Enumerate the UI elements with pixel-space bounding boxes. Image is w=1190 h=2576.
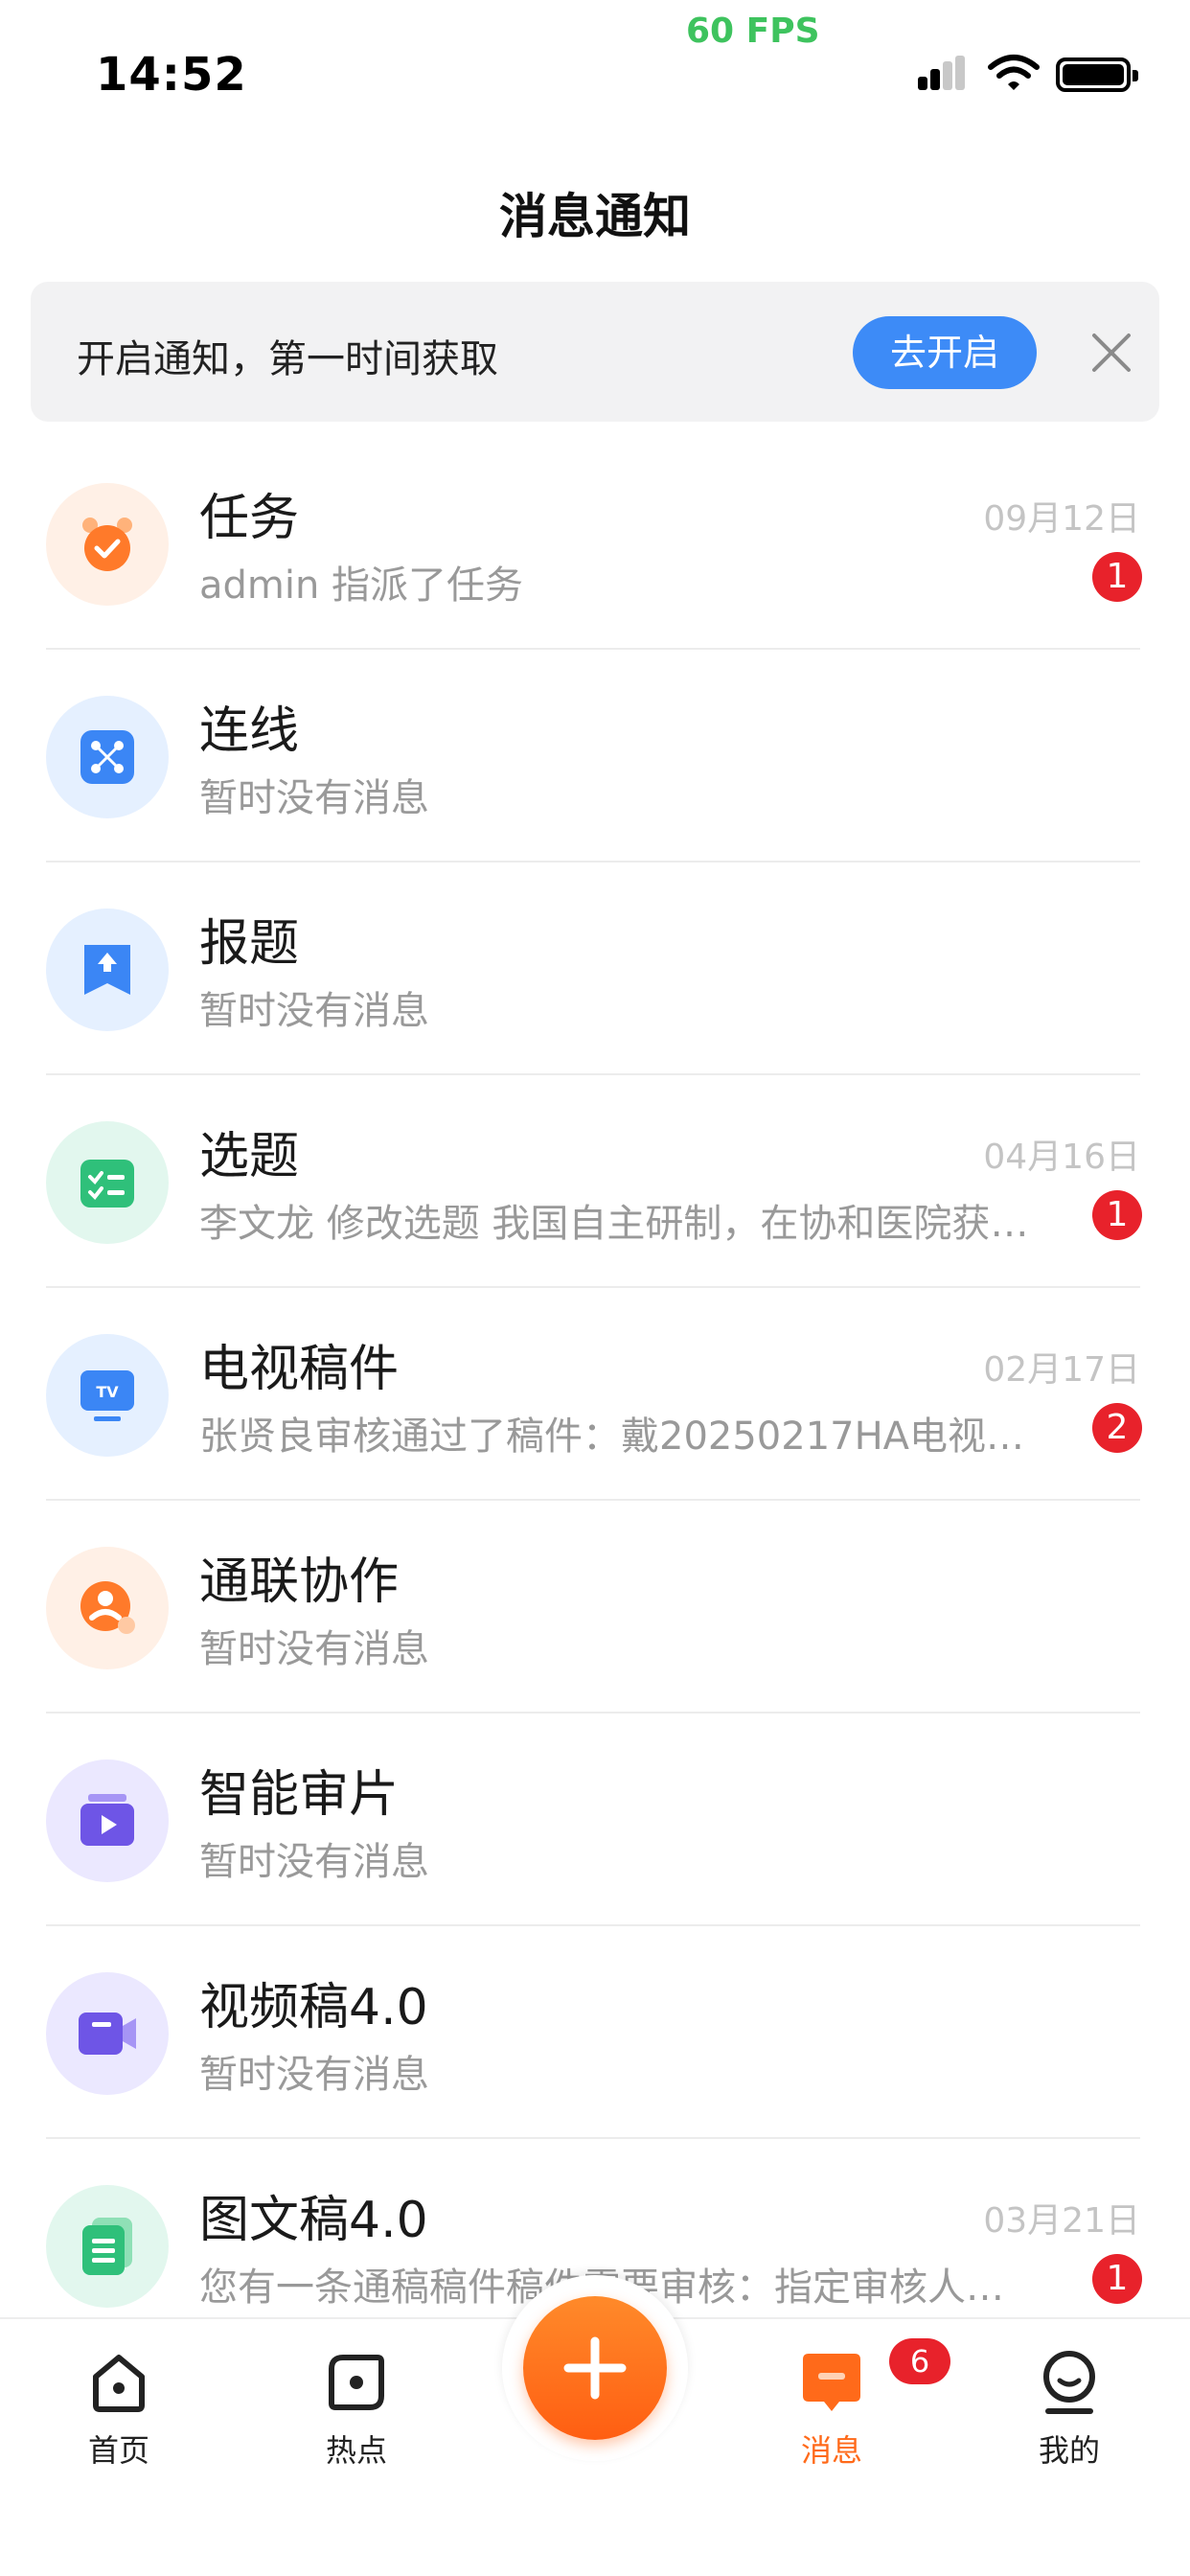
tv-icon: TV bbox=[80, 1370, 134, 1421]
list-item-subtitle: 李文龙 修改选题 我国自主研制，在协和医院获批上市的… bbox=[199, 1202, 1042, 1246]
tab-label-hot: 热点 bbox=[325, 2432, 387, 2469]
list-item-subtitle: 暂时没有消息 bbox=[199, 776, 429, 820]
home-icon bbox=[93, 2355, 145, 2412]
tv-avatar: TV bbox=[46, 1334, 169, 1457]
list-item-subtitle: admin 指派了任务 bbox=[199, 564, 524, 608]
bottom-tab-bar: 首页 热点 消息 6 我的 bbox=[0, 2275, 1190, 2576]
battery-icon bbox=[1056, 58, 1138, 92]
messages-unread-badge: 6 bbox=[889, 2338, 950, 2384]
add-button[interactable] bbox=[523, 2296, 667, 2440]
list-item-subtitle: 张贤良审核通过了稿件：戴20250217HA电视稿件 bbox=[199, 1414, 1042, 1459]
notification-banner: 开启通知，第一时间获取 去开启 bbox=[31, 282, 1159, 422]
wifi-icon bbox=[988, 55, 1040, 90]
connect-icon bbox=[80, 730, 134, 784]
fps-counter: 60 FPS bbox=[686, 12, 820, 51]
list-item-title: 电视稿件 bbox=[199, 1341, 400, 1398]
smart-review-avatar bbox=[46, 1760, 169, 1882]
close-icon[interactable] bbox=[1085, 326, 1138, 380]
document-icon bbox=[82, 2218, 132, 2275]
list-item-report-topic[interactable]: 报题 暂时没有消息 bbox=[0, 862, 1190, 1075]
list-item-title: 图文稿4.0 bbox=[199, 2192, 428, 2249]
tab-label-mine: 我的 bbox=[1038, 2432, 1100, 2469]
list-item-date: 02月17日 bbox=[983, 1350, 1140, 1390]
list-item-title: 连线 bbox=[199, 702, 300, 760]
status-bar: 14:52 60 FPS bbox=[0, 0, 1190, 125]
page-title: 消息通知 bbox=[499, 189, 691, 244]
list-item-topic-selection[interactable]: 选题 李文龙 修改选题 我国自主研制，在协和医院获批上市的… 04月16日 1 bbox=[0, 1075, 1190, 1288]
fab-container bbox=[502, 2275, 688, 2461]
report-icon bbox=[84, 945, 130, 995]
plus-icon bbox=[563, 2336, 627, 2400]
svg-text:TV: TV bbox=[96, 1383, 119, 1401]
list-item-collaboration[interactable]: 通联协作 暂时没有消息 bbox=[0, 1501, 1190, 1714]
video-camera-icon bbox=[79, 2012, 136, 2055]
unread-badge: 1 bbox=[1092, 1190, 1142, 1240]
list-item-title: 视频稿4.0 bbox=[199, 1979, 428, 2036]
tab-mine[interactable]: 我的 bbox=[993, 2348, 1146, 2471]
connect-avatar bbox=[46, 696, 169, 818]
doc-avatar bbox=[46, 2185, 169, 2308]
list-item-date: 03月21日 bbox=[983, 2201, 1140, 2241]
user-collab-icon bbox=[80, 1581, 135, 1634]
notification-banner-text: 开启通知，第一时间获取 bbox=[77, 337, 498, 381]
checklist-icon bbox=[80, 1160, 134, 1208]
unread-badge: 1 bbox=[1092, 2254, 1142, 2304]
list-item-title: 报题 bbox=[199, 915, 300, 973]
task-avatar bbox=[46, 483, 169, 606]
list-item-date: 09月12日 bbox=[983, 499, 1140, 539]
enable-notification-button[interactable]: 去开启 bbox=[853, 316, 1037, 389]
alarm-check-icon bbox=[82, 518, 132, 571]
unread-badge: 1 bbox=[1092, 552, 1142, 602]
list-item-title: 通联协作 bbox=[199, 1553, 400, 1611]
list-item-date: 04月16日 bbox=[983, 1138, 1140, 1177]
message-icon bbox=[803, 2354, 860, 2411]
video-review-icon bbox=[80, 1794, 134, 1846]
hot-icon bbox=[329, 2355, 384, 2410]
tab-home[interactable]: 首页 bbox=[42, 2348, 195, 2471]
list-item-subtitle: 暂时没有消息 bbox=[199, 989, 429, 1033]
list-item-smart-review[interactable]: 智能审片 暂时没有消息 bbox=[0, 1714, 1190, 1926]
list-item-subtitle: 暂时没有消息 bbox=[199, 1840, 429, 1884]
list-item-video-manuscript[interactable]: 视频稿4.0 暂时没有消息 bbox=[0, 1926, 1190, 2139]
tab-label-home: 首页 bbox=[87, 2432, 149, 2469]
list-item-subtitle: 暂时没有消息 bbox=[199, 1627, 429, 1671]
profile-icon bbox=[1043, 2351, 1095, 2414]
list-item-task[interactable]: 任务 admin 指派了任务 09月12日 1 bbox=[0, 437, 1190, 650]
tab-messages[interactable]: 消息 bbox=[755, 2348, 908, 2471]
list-item-tv-manuscript[interactable]: TV 电视稿件 张贤良审核通过了稿件：戴20250217HA电视稿件 02月17… bbox=[0, 1288, 1190, 1501]
list-item-connect[interactable]: 连线 暂时没有消息 bbox=[0, 650, 1190, 862]
list-item-title: 任务 bbox=[199, 490, 300, 547]
list-item-title: 智能审片 bbox=[199, 1766, 400, 1824]
tab-label-messages: 消息 bbox=[800, 2432, 862, 2469]
unread-badge: 2 bbox=[1092, 1403, 1142, 1453]
topic-avatar bbox=[46, 1121, 169, 1244]
list-item-title: 选题 bbox=[199, 1128, 300, 1185]
signal-icon bbox=[918, 56, 965, 90]
tab-hot[interactable]: 热点 bbox=[280, 2348, 433, 2471]
status-time: 14:52 bbox=[96, 48, 247, 102]
collab-avatar bbox=[46, 1547, 169, 1669]
report-avatar bbox=[46, 908, 169, 1031]
list-item-subtitle: 暂时没有消息 bbox=[199, 2053, 429, 2097]
video-avatar bbox=[46, 1972, 169, 2095]
message-list: 任务 admin 指派了任务 09月12日 1 连线 暂时没有消息 报题 暂时没… bbox=[0, 437, 1190, 2352]
